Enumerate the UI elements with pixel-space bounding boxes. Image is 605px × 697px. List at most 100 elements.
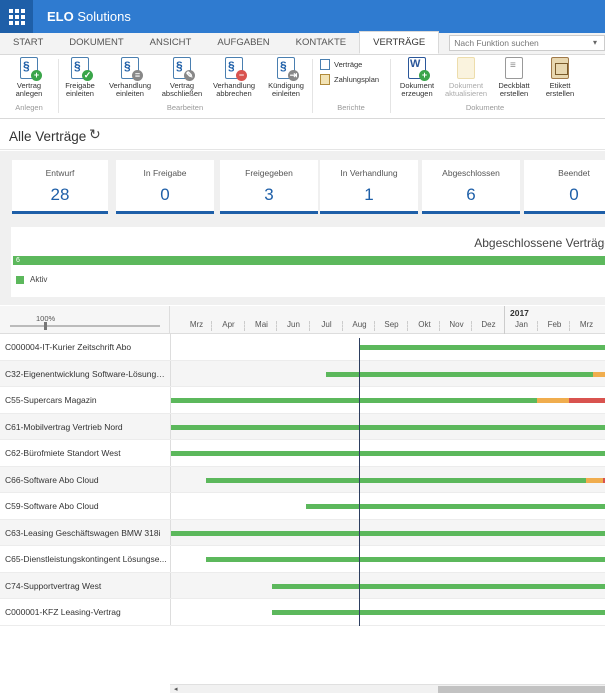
scroll-left-icon[interactable]: ◂: [174, 685, 178, 694]
zoom-slider-handle[interactable]: [44, 322, 47, 330]
tab-start[interactable]: START: [0, 32, 56, 54]
refresh-icon[interactable]: ↻: [89, 126, 101, 143]
contract-active-bar[interactable]: [171, 451, 605, 456]
deckblatt-erstellen-button[interactable]: Deckblatt erstellen: [488, 57, 540, 98]
payment-plan-icon: [320, 74, 330, 85]
contract-name[interactable]: C000004-IT-Kurier Zeitschrift Abo: [5, 342, 167, 352]
contract-active-bar[interactable]: [326, 371, 593, 377]
contract-expired-bar[interactable]: [569, 398, 605, 403]
contract-sign-icon: ✎: [173, 57, 195, 81]
dokument-aktualisieren-button[interactable]: Dokument aktualisieren: [440, 57, 492, 98]
contract-name[interactable]: C74-Supportvertrag West: [5, 581, 167, 591]
contract-name[interactable]: C65-Dienstleistungskontingent Lösungse..…: [5, 554, 167, 564]
contract-timeline-cell: [170, 413, 605, 439]
contract-timeline-cell: [170, 493, 605, 519]
zoom-slider-track[interactable]: [10, 325, 160, 327]
button-label: Zahlungsplan: [334, 75, 380, 84]
zahlungsplan-button[interactable]: Zahlungsplan: [320, 74, 379, 85]
kpi-in-freigabe[interactable]: In Freigabe 0: [116, 160, 214, 214]
contract-active-bar[interactable]: [359, 345, 605, 350]
label-print-icon: [551, 57, 569, 79]
contract-notice-bar[interactable]: [593, 371, 605, 377]
contract-name[interactable]: C66-Software Abo Cloud: [5, 475, 167, 485]
vertrag-abschliessen-button[interactable]: ✎ Vertrag abschließen: [156, 57, 208, 98]
verhandlung-einleiten-button[interactable]: ≡ Verhandlung einleiten: [104, 57, 156, 98]
contract-name[interactable]: C63-Leasing Geschäftswagen BMW 318i: [5, 528, 167, 538]
contract-name[interactable]: C59-Software Abo Cloud: [5, 501, 167, 511]
kpi-value: 0: [569, 185, 579, 204]
button-label: einleiten: [116, 89, 144, 98]
contract-active-bar[interactable]: [306, 504, 605, 509]
contract-row[interactable]: C55-Supercars Magazin: [0, 387, 605, 414]
scrollbar-thumb[interactable]: [438, 686, 605, 693]
tab-ansicht[interactable]: ANSICHT: [137, 32, 205, 54]
verhandlung-abbrechen-button[interactable]: − Verhandlung abbrechen: [208, 57, 260, 98]
contract-name[interactable]: C61-Mobilvertrag Vertrieb Nord: [5, 422, 167, 432]
contract-name[interactable]: C32-Eigenentwicklung Software-Lösung "..…: [5, 369, 167, 379]
kpi-entwurf[interactable]: Entwurf 28: [12, 160, 108, 214]
month-label: Okt: [418, 320, 431, 329]
group-label-berichte: Berichte: [337, 103, 365, 112]
contract-row[interactable]: C59-Software Abo Cloud: [0, 493, 605, 520]
contract-name[interactable]: C000001-KFZ Leasing-Vertrag: [5, 607, 167, 617]
etikett-erstellen-button[interactable]: Etikett erstellen: [534, 57, 586, 98]
contract-row[interactable]: C000001-KFZ Leasing-Vertrag: [0, 599, 605, 626]
page-title: Alle Verträge: [9, 129, 87, 144]
button-label: einleiten: [66, 89, 94, 98]
contract-row[interactable]: C63-Leasing Geschäftswagen BMW 318i: [0, 519, 605, 546]
contract-timeline-cell: [170, 546, 605, 572]
zoom-control: 100%: [0, 306, 170, 334]
contract-active-bar[interactable]: [272, 583, 605, 589]
grid-icon: [8, 8, 25, 25]
contract-name[interactable]: C62-Bürofmiete Standort West: [5, 448, 167, 458]
group-label-bearbeiten: Bearbeiten: [166, 103, 204, 112]
tab-kontakte[interactable]: KONTAKTE: [283, 32, 360, 54]
closed-contracts-bar[interactable]: 6: [13, 256, 605, 265]
contract-row[interactable]: C66-Software Abo Cloud: [0, 466, 605, 493]
tab-vertraege[interactable]: VERTRÄGE: [359, 31, 440, 54]
tab-aufgaben[interactable]: AUFGABEN: [204, 32, 282, 54]
contract-active-bar[interactable]: [171, 424, 605, 430]
group-label-dokumente: Dokumente: [465, 103, 505, 112]
kpi-in-verhandlung[interactable]: In Verhandlung 1: [320, 160, 418, 214]
vertraege-report-button[interactable]: Verträge: [320, 59, 362, 70]
closed-contracts-section: Abgeschlossene Verträge 6 Aktiv: [0, 225, 605, 305]
ribbon: + Vertrag anlegen Anlegen ✓ Freigabe ein…: [0, 55, 605, 119]
kuendigung-einleiten-button[interactable]: ⇥ Kündigung einleiten: [260, 57, 312, 98]
function-search-input[interactable]: Nach Funktion suchen ▾: [449, 35, 605, 51]
contract-row[interactable]: C000004-IT-Kurier Zeitschrift Abo: [0, 334, 605, 361]
contract-active-bar[interactable]: [171, 530, 605, 536]
contract-active-bar[interactable]: [171, 398, 537, 403]
tab-dokument[interactable]: DOKUMENT: [56, 32, 136, 54]
vertrag-anlegen-button[interactable]: + Vertrag anlegen: [4, 57, 54, 98]
month-label: Feb: [547, 320, 562, 329]
chevron-down-icon[interactable]: ▾: [593, 36, 597, 50]
kpi-abgeschlossen[interactable]: Abgeschlossen 6: [422, 160, 520, 214]
kpi-value: 6: [466, 185, 476, 204]
contract-row[interactable]: C62-Bürofmiete Standort West: [0, 440, 605, 467]
contract-notice-bar[interactable]: [537, 398, 569, 403]
legend-swatch: [16, 275, 24, 284]
contract-row[interactable]: C61-Mobilvertrag Vertrieb Nord: [0, 413, 605, 440]
contract-row[interactable]: C32-Eigenentwicklung Software-Lösung "..…: [0, 360, 605, 387]
search-placeholder: Nach Funktion suchen: [454, 38, 539, 48]
contract-notice-bar[interactable]: [586, 477, 603, 483]
contract-timeline-cell: [170, 360, 605, 386]
contract-row[interactable]: C74-Supportvertrag West: [0, 572, 605, 599]
horizontal-scrollbar[interactable]: ◂: [170, 684, 605, 693]
contract-name[interactable]: C55-Supercars Magazin: [5, 395, 167, 405]
month-label: Mrz: [189, 320, 204, 329]
app-launcher-button[interactable]: [0, 0, 33, 33]
kpi-beendet[interactable]: Beendet 0: [524, 160, 605, 214]
kpi-freigegeben[interactable]: Freigegeben 3: [220, 160, 318, 214]
contract-row[interactable]: C65-Dienstleistungskontingent Lösungse..…: [0, 546, 605, 573]
contract-timeline-cell: [170, 387, 605, 413]
contract-active-bar[interactable]: [272, 610, 605, 615]
month-divider: [569, 321, 570, 331]
closed-contracts-title: Abgeschlossene Verträge: [474, 236, 605, 250]
dokument-erzeugen-button[interactable]: + Dokument erzeugen: [391, 57, 443, 98]
contract-active-bar[interactable]: [206, 557, 605, 562]
freigabe-einleiten-button[interactable]: ✓ Freigabe einleiten: [54, 57, 106, 98]
contract-active-bar[interactable]: [206, 477, 586, 483]
month-label: Aug: [352, 320, 367, 329]
